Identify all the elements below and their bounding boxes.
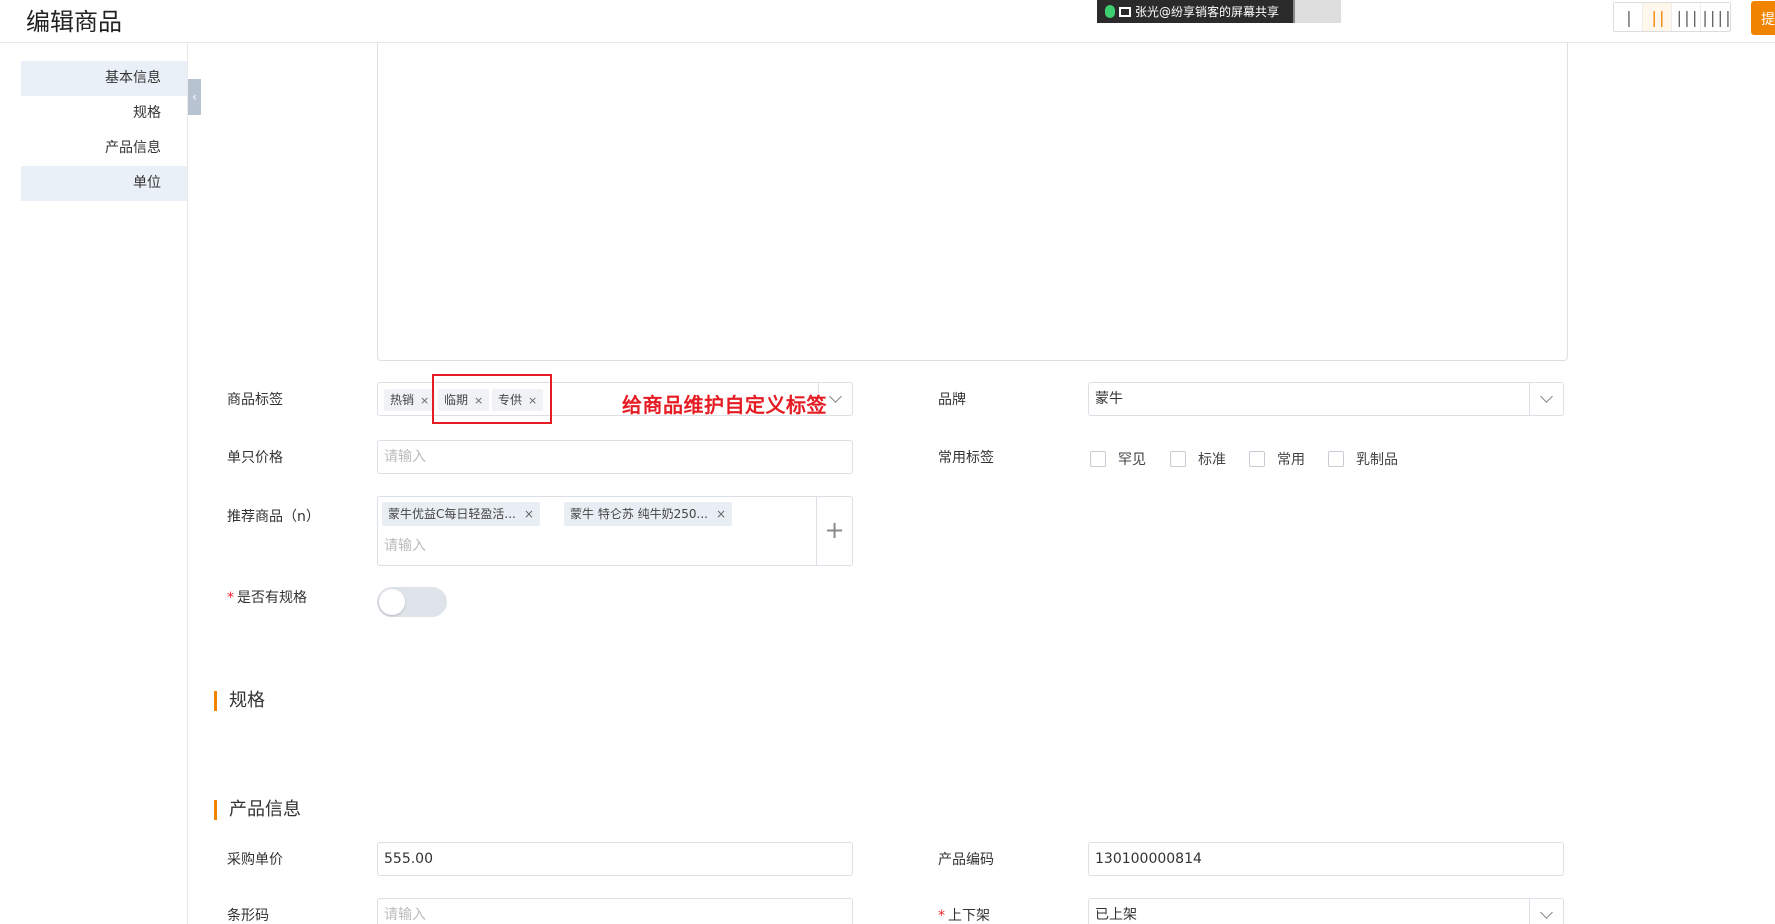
section-title-spec: 规格	[214, 691, 265, 711]
microphone-icon	[1105, 5, 1115, 18]
remove-tag-icon[interactable]: ×	[420, 394, 429, 407]
recommended-product-chip: 蒙牛 特仑苏 纯牛奶250... ×	[564, 502, 733, 526]
barcode-label: 条形码	[227, 908, 269, 924]
add-product-icon[interactable]: +	[816, 497, 852, 565]
four-column-button[interactable]: ||||	[1700, 3, 1733, 31]
remove-product-icon[interactable]: ×	[524, 507, 534, 521]
nav-item-product-info[interactable]: 产品信息	[21, 131, 187, 166]
screen-share-thumbnail	[1293, 0, 1341, 23]
nav-item-spec[interactable]: 规格	[21, 96, 187, 131]
collapse-sidebar-icon[interactable]: ‹	[188, 79, 201, 115]
unit-price-input[interactable]: 请输入	[377, 440, 853, 474]
one-column-button[interactable]: |	[1614, 3, 1643, 31]
shelf-status-value: 已上架	[1095, 907, 1137, 923]
product-tags-label: 商品标签	[227, 392, 283, 408]
remove-product-icon[interactable]: ×	[716, 507, 726, 521]
toggle-knob	[379, 589, 405, 615]
checkbox-box[interactable]	[1170, 451, 1186, 467]
three-column-button[interactable]: |||	[1672, 3, 1701, 31]
has-spec-label: * 是否有规格	[227, 590, 307, 606]
common-tags-label: 常用标签	[938, 450, 994, 466]
unit-price-label: 单只价格	[227, 450, 283, 466]
product-code-input[interactable]: 130100000814	[1088, 842, 1564, 876]
screen-share-label: 张光@纷享销客的屏幕共享	[1135, 5, 1280, 19]
section-title-product-info: 产品信息	[214, 800, 301, 820]
checkbox-box[interactable]	[1328, 451, 1344, 467]
page-header: 编辑商品 张光@纷享销客的屏幕共享 | || ||| |||| 提	[0, 0, 1775, 43]
barcode-input[interactable]: 请输入	[377, 898, 853, 924]
common-tag-checkbox[interactable]: 标准	[1170, 449, 1226, 469]
tag-chip: 热销 ×	[384, 389, 436, 411]
two-column-button[interactable]: ||	[1643, 3, 1672, 31]
purchase-price-label: 采购单价	[227, 852, 283, 868]
annotation-highlight-box	[432, 374, 552, 424]
column-layout-switch: | || ||| ||||	[1613, 2, 1733, 32]
checkbox-box[interactable]	[1249, 451, 1265, 467]
recommended-product-chip: 蒙牛优益C每日轻盈活... ×	[382, 502, 540, 526]
shelf-status-select[interactable]: 已上架	[1088, 898, 1564, 924]
annotation-text: 给商品维护自定义标签	[622, 393, 827, 417]
description-textarea[interactable]	[377, 43, 1568, 361]
shelf-status-label: * 上下架	[938, 908, 990, 924]
checkbox-box[interactable]	[1090, 451, 1106, 467]
common-tag-checkbox[interactable]: 常用	[1249, 449, 1305, 469]
purchase-price-input[interactable]: 555.00	[377, 842, 853, 876]
nav-item-basic-info[interactable]: 基本信息	[21, 61, 187, 96]
recommended-products-lookup[interactable]: 蒙牛优益C每日轻盈活... × 蒙牛 特仑苏 纯牛奶250... × 请输入 +	[377, 496, 853, 566]
brand-value: 蒙牛	[1095, 391, 1123, 407]
brand-select[interactable]: 蒙牛	[1088, 382, 1564, 416]
brand-label: 品牌	[938, 392, 966, 408]
common-tag-checkbox[interactable]: 罕见	[1090, 449, 1146, 469]
nav-item-unit[interactable]: 单位	[21, 166, 187, 201]
screen-share-banner[interactable]: 张光@纷享销客的屏幕共享	[1097, 0, 1341, 23]
screen-share-icon	[1119, 6, 1131, 17]
product-code-label: 产品编码	[938, 852, 994, 868]
page-title: 编辑商品	[26, 8, 122, 36]
chevron-down-icon[interactable]	[1529, 899, 1563, 924]
chevron-down-icon[interactable]	[1529, 383, 1563, 415]
common-tag-checkbox[interactable]: 乳制品	[1328, 449, 1398, 469]
submit-button[interactable]: 提	[1751, 1, 1775, 35]
has-spec-toggle[interactable]	[377, 587, 447, 617]
recommended-products-label: 推荐商品（n）	[227, 509, 320, 525]
recommended-products-placeholder: 请输入	[384, 538, 426, 554]
